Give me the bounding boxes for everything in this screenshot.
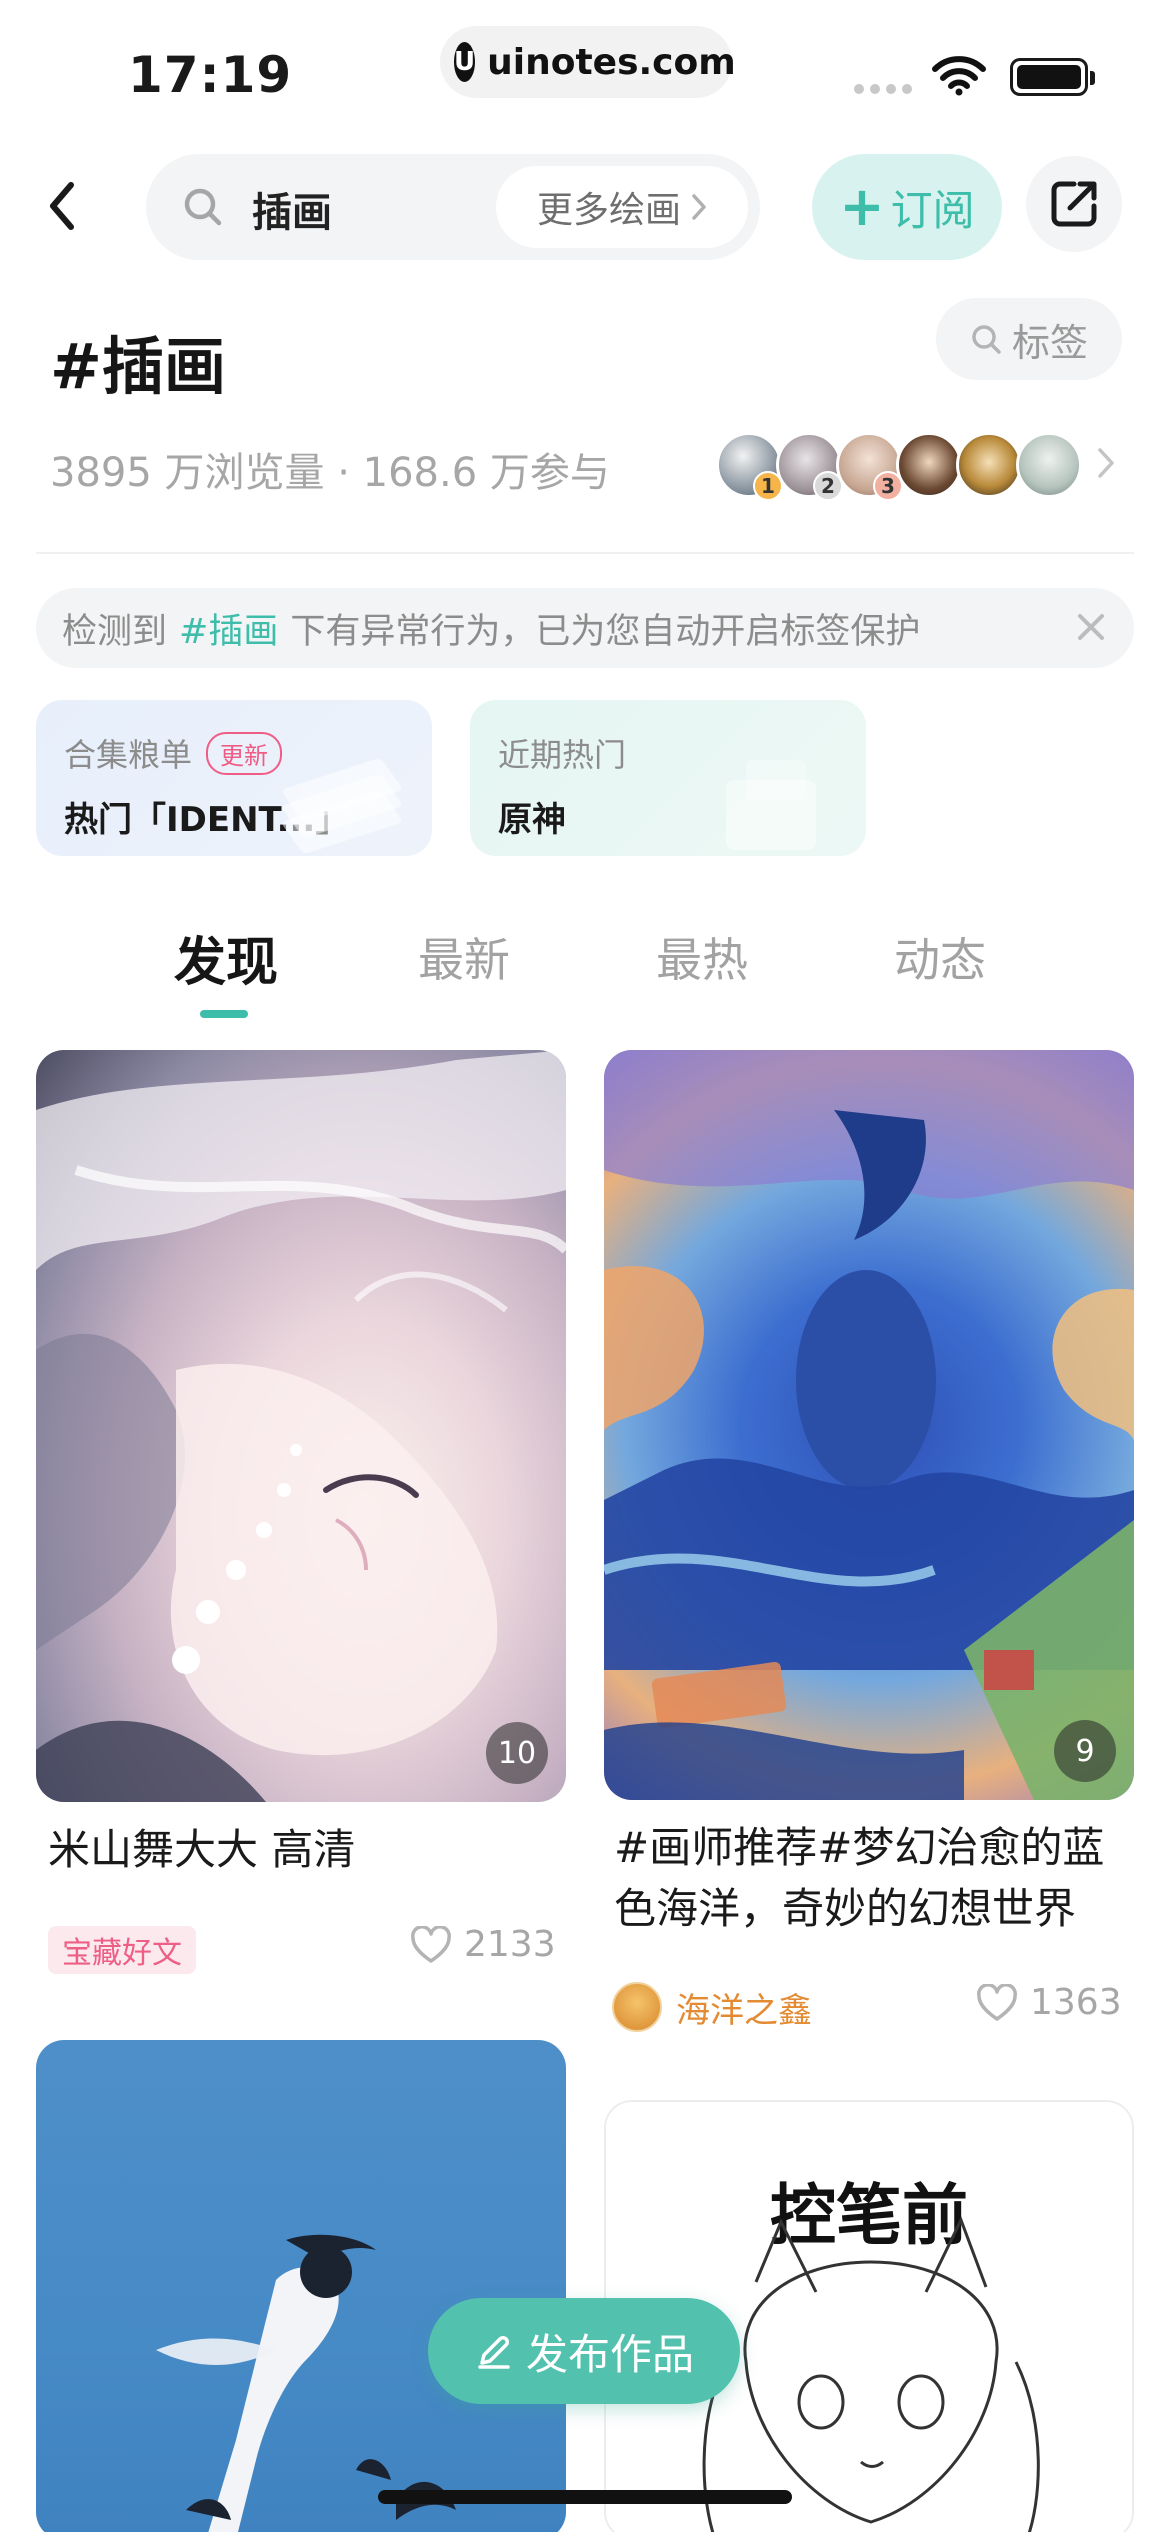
chevron-right-icon [692,194,706,220]
post-title-line: #画师推荐#梦幻治愈的蓝 [614,1823,1105,1872]
chevron-right-icon[interactable] [1096,446,1116,480]
signal-icon [854,84,912,94]
avatar [956,432,1022,498]
battery-icon [1010,58,1095,96]
avatar: 3 [836,432,903,501]
post-image[interactable] [36,2040,566,2532]
image-count-badge: 9 [1054,1720,1116,1782]
tab-discover[interactable]: 发现 [174,920,278,995]
pen-icon [478,2336,510,2369]
flag-icon [726,760,816,850]
close-icon[interactable] [1074,610,1108,644]
author-name: 海洋之鑫 [676,1990,812,2031]
topic-stats: 3895 万浏览量 · 168.6 万参与 [50,450,610,496]
avatar [896,432,962,498]
avatar [1016,432,1082,498]
status-time: 17:19 [128,46,293,104]
tab-indicator [200,1010,248,1018]
publish-button[interactable]: 发布作品 [428,2298,740,2404]
recent-hot-label: 近期热门 [498,736,627,774]
avatar: 2 [776,432,843,501]
more-painting-label: 更多绘画 [536,190,681,231]
heart-icon [411,1925,451,1963]
illustration-art [604,1050,1134,1800]
more-painting-button[interactable]: 更多绘画 [496,166,748,248]
topic-title: #插画 [50,330,226,403]
heart-icon [977,1983,1017,2021]
feed-tabs: 发现 最新 最热 动态 [0,920,1170,1020]
post-image[interactable]: 9 [604,1050,1134,1800]
notice-suffix: 下有异常行为，已为您自动开启标签保护 [290,611,921,652]
illustration-art [36,1050,566,1802]
tag-button[interactable]: 标签 [936,298,1122,380]
home-indicator [378,2490,792,2504]
search-query: 插画 [252,190,332,236]
url-pill[interactable]: U uinotes.com [440,26,736,98]
wifi-icon [932,56,986,96]
plus-icon: + [839,175,885,238]
tab-activity[interactable]: 动态 [894,924,986,990]
tab-hottest[interactable]: 最热 [656,924,748,990]
post-image[interactable]: 10 [36,1050,566,1802]
collection-label: 合集粮单 [64,736,193,774]
search-icon [184,188,222,226]
like-button[interactable]: 2133 [410,1924,556,1965]
divider [36,552,1134,554]
update-badge: 更新 [206,731,283,775]
post-title-line: 色海洋，奇妙的幻想世界 [614,1883,1077,1933]
url-text: uinotes.com [487,41,736,83]
like-button[interactable]: 1363 [976,1982,1122,2023]
post-title[interactable]: 米山舞大大 高清 [48,1820,355,1881]
author[interactable]: 海洋之鑫 [612,1982,812,2032]
like-count: 1363 [1030,1982,1122,2023]
avatar [612,1982,662,2032]
publish-label: 发布作品 [525,2329,694,2379]
share-icon [1051,181,1097,227]
post-title[interactable]: #画师推荐#梦幻治愈的蓝 色海洋，奇妙的幻想世界 [614,1818,1104,1940]
like-count: 2133 [464,1924,556,1965]
post-tag: 宝藏好文 [48,1926,196,1974]
collection-card[interactable]: 合集粮单 更新 热门「IDENT...」 [36,700,432,856]
notice-prefix: 检测到 [62,611,168,652]
site-logo-icon: U [454,42,476,82]
avatar: 1 [716,432,783,501]
search-box[interactable]: 插画 更多绘画 [146,154,760,260]
tag-label: 标签 [1011,320,1088,365]
notice-bar: 检测到 #插画 下有异常行为，已为您自动开启标签保护 [36,588,1134,668]
top-contributors[interactable]: 1 2 3 [716,432,1082,501]
back-button[interactable] [38,176,86,236]
search-icon [972,325,1001,354]
notice-topic-link[interactable]: #插画 [179,603,278,654]
subscribe-button[interactable]: + 订阅 [812,154,1002,260]
illustration-art [156,2234,456,2532]
stack-icon [280,757,404,855]
image-count-badge: 10 [486,1722,548,1784]
tab-latest[interactable]: 最新 [418,924,510,990]
chevron-left-icon [50,182,74,230]
share-button[interactable] [1026,156,1122,252]
subscribe-label: 订阅 [890,185,975,235]
recent-hot-card[interactable]: 近期热门 原神 [470,700,866,856]
